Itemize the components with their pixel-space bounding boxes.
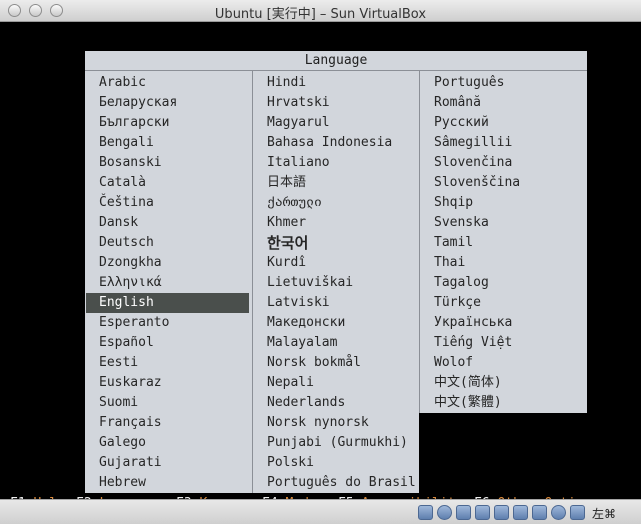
language-option[interactable]: Hebrew bbox=[85, 473, 251, 493]
language-option[interactable]: Arabic bbox=[85, 73, 251, 93]
host-key-indicator[interactable]: 左⌘ bbox=[592, 505, 616, 522]
virtualization-icon[interactable] bbox=[551, 505, 566, 520]
language-option[interactable]: Nepali bbox=[253, 373, 419, 393]
language-option[interactable]: Lietuviškai bbox=[253, 273, 419, 293]
vm-screen[interactable]: Language Arabic Беларуская Български Bengal… bbox=[0, 22, 641, 511]
language-option[interactable]: Tagalog bbox=[420, 273, 588, 293]
menu-empty-area bbox=[419, 413, 587, 493]
language-option[interactable]: Українська bbox=[420, 313, 588, 333]
language-option[interactable]: Dzongkha bbox=[85, 253, 251, 273]
language-option[interactable]: 한국어 bbox=[253, 233, 419, 253]
language-option[interactable]: 日本語 bbox=[253, 173, 419, 193]
mouse-capture-icon[interactable] bbox=[570, 505, 585, 520]
language-option[interactable]: Kurdî bbox=[253, 253, 419, 273]
language-option[interactable]: Malayalam bbox=[253, 333, 419, 353]
language-option[interactable]: Punjabi (Gurmukhi) bbox=[253, 433, 419, 453]
language-option[interactable]: Galego bbox=[85, 433, 251, 453]
language-option[interactable]: 中文(简体) bbox=[420, 373, 588, 393]
language-option[interactable]: Español bbox=[85, 333, 251, 353]
language-option[interactable]: Bahasa Indonesia bbox=[253, 133, 419, 153]
language-option[interactable]: Esperanto bbox=[85, 313, 251, 333]
language-option[interactable]: Gujarati bbox=[85, 453, 251, 473]
language-option[interactable]: Norsk bokmål bbox=[253, 353, 419, 373]
language-option[interactable]: Română bbox=[420, 93, 588, 113]
language-option[interactable]: Hrvatski bbox=[253, 93, 419, 113]
language-option[interactable]: Türkçe bbox=[420, 293, 588, 313]
language-option[interactable]: Русский bbox=[420, 113, 588, 133]
shared-folder-icon[interactable] bbox=[513, 505, 528, 520]
display-icon[interactable] bbox=[532, 505, 547, 520]
language-option[interactable]: Euskaraz bbox=[85, 373, 251, 393]
language-option[interactable]: Ελληνικά bbox=[85, 273, 251, 293]
language-option[interactable]: Македонски bbox=[253, 313, 419, 333]
language-option[interactable]: Latviski bbox=[253, 293, 419, 313]
language-option[interactable]: Hindi bbox=[253, 73, 419, 93]
language-option[interactable]: Čeština bbox=[85, 193, 251, 213]
language-option[interactable]: Slovenčina bbox=[420, 153, 588, 173]
language-option[interactable]: Français bbox=[85, 413, 251, 433]
language-option[interactable]: Dansk bbox=[85, 213, 251, 233]
usb-icon[interactable] bbox=[475, 505, 490, 520]
language-option[interactable]: Slovenščina bbox=[420, 173, 588, 193]
vm-status-bar: 左⌘ bbox=[0, 499, 641, 524]
language-option[interactable]: Bosanski bbox=[85, 153, 251, 173]
language-option[interactable]: Беларуская bbox=[85, 93, 251, 113]
language-option[interactable]: Bengali bbox=[85, 133, 251, 153]
language-option[interactable]: Norsk nynorsk bbox=[253, 413, 419, 433]
language-option[interactable]: English bbox=[86, 293, 249, 313]
language-option[interactable]: Svenska bbox=[420, 213, 588, 233]
floppy-icon[interactable] bbox=[456, 505, 471, 520]
window-title: Ubuntu [実行中] – Sun VirtualBox bbox=[214, 7, 427, 22]
language-menu-header: Language bbox=[85, 51, 587, 71]
network-icon[interactable] bbox=[494, 505, 509, 520]
language-option[interactable]: Português do Brasil bbox=[253, 473, 419, 493]
language-option[interactable]: ქართული bbox=[253, 193, 419, 213]
language-option[interactable]: Português bbox=[420, 73, 588, 93]
language-option[interactable]: Polski bbox=[253, 453, 419, 473]
language-option[interactable]: Khmer bbox=[253, 213, 419, 233]
hard-disk-icon[interactable] bbox=[418, 505, 433, 520]
language-option[interactable]: Wolof bbox=[420, 353, 588, 373]
language-option[interactable]: Català bbox=[85, 173, 251, 193]
language-option[interactable]: Thai bbox=[420, 253, 588, 273]
language-option[interactable]: Magyarul bbox=[253, 113, 419, 133]
language-option[interactable]: Suomi bbox=[85, 393, 251, 413]
title-bar[interactable]: Ubuntu [実行中] – Sun VirtualBox bbox=[0, 0, 641, 22]
language-option[interactable]: Nederlands bbox=[253, 393, 419, 413]
language-option[interactable]: Deutsch bbox=[85, 233, 251, 253]
language-option[interactable]: Български bbox=[85, 113, 251, 133]
language-option[interactable]: Shqip bbox=[420, 193, 588, 213]
cd-icon[interactable] bbox=[437, 505, 452, 520]
language-option[interactable]: Italiano bbox=[253, 153, 419, 173]
virtualbox-window: Ubuntu [実行中] – Sun VirtualBox Language A… bbox=[0, 0, 641, 524]
language-column-2: Hindi Hrvatski Magyarul Bahasa Indonesia Ita… bbox=[252, 71, 419, 493]
language-option[interactable]: Eesti bbox=[85, 353, 251, 373]
language-option[interactable]: 中文(繁體) bbox=[420, 393, 588, 413]
language-option[interactable]: Tiếng Việt bbox=[420, 333, 588, 353]
language-option[interactable]: Sâmegillii bbox=[420, 133, 588, 153]
language-column-1: Arabic Беларуская Български Bengali Bosanski… bbox=[85, 71, 251, 493]
language-option[interactable]: Tamil bbox=[420, 233, 588, 253]
